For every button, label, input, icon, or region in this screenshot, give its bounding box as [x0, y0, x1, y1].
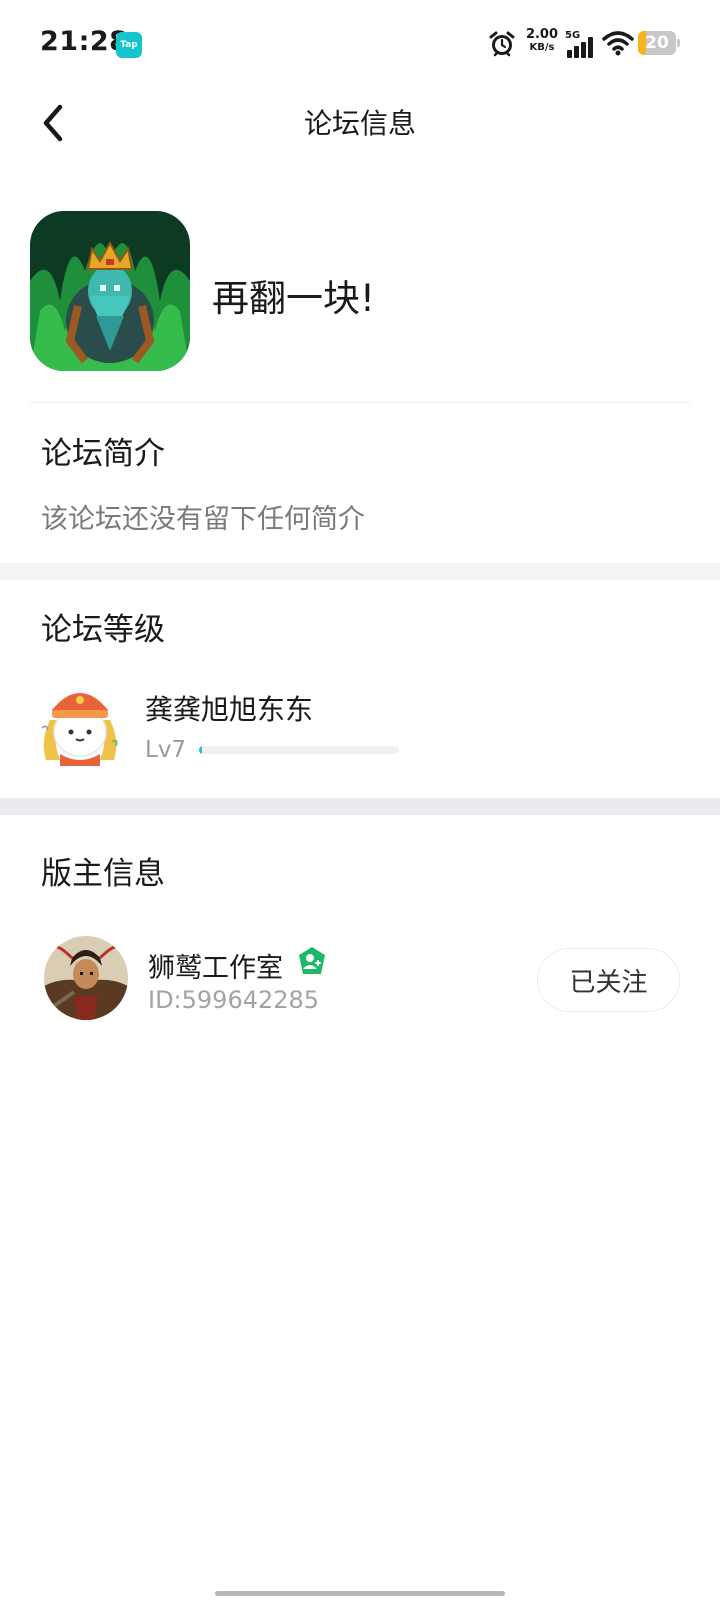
moderator-avatar-image — [44, 936, 128, 1020]
level-label: Lv7 — [145, 737, 187, 763]
signal-icon — [567, 37, 593, 58]
battery-body: 20 — [638, 31, 676, 55]
intro-heading: 论坛简介 — [41, 436, 165, 472]
moderator-avatar[interactable] — [44, 936, 128, 1020]
tap-app-icon: Tap — [116, 32, 142, 58]
user-avatar[interactable] — [40, 680, 120, 766]
intro-text: 该论坛还没有留下任何简介 — [41, 504, 365, 535]
battery-cap — [677, 39, 680, 47]
status-bar: 21:28 Tap 2.00 KB/s 5G 20 — [0, 0, 720, 90]
home-indicator[interactable] — [215, 1591, 505, 1596]
level-heading: 论坛等级 — [41, 612, 165, 648]
network-speed: 2.00 KB/s — [522, 28, 562, 54]
network-speed-value: 2.00 — [525, 27, 559, 42]
forum-info-page: 21:28 Tap 2.00 KB/s 5G 20 论坛信息 再翻一块! 论坛简… — [0, 0, 720, 1600]
moderator-heading: 版主信息 — [41, 856, 165, 892]
network-speed-unit: KB/s — [529, 42, 555, 53]
moderator-name: 狮鹫工作室 — [148, 953, 283, 984]
section-separator — [0, 563, 720, 580]
level-progress-bar — [199, 746, 399, 754]
level-user-name: 龚龚旭旭东东 — [145, 693, 314, 726]
battery-icon: 20 — [638, 31, 680, 55]
page-title: 论坛信息 — [303, 107, 416, 140]
forum-icon — [30, 211, 190, 371]
wifi-icon — [602, 31, 634, 56]
user-avatar-image — [41, 693, 118, 766]
level-progress-fill — [199, 746, 202, 754]
moderator-id: ID:599642285 — [148, 986, 320, 1014]
forum-game-artwork — [30, 211, 190, 371]
battery-level: 20 — [645, 33, 669, 53]
section-separator — [0, 798, 720, 815]
follow-button[interactable]: 已关注 — [537, 948, 680, 1012]
verified-badge-icon — [299, 947, 325, 974]
alarm-icon — [489, 31, 515, 57]
forum-name: 再翻一块! — [212, 277, 375, 320]
divider — [30, 402, 690, 403]
